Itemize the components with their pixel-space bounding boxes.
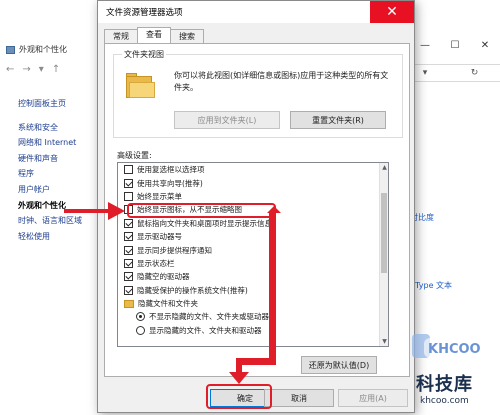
- svg-text:KHCOO: KHCOO: [428, 342, 481, 357]
- arrow-left-icon: [64, 202, 125, 220]
- arrow-right-icon: [238, 358, 276, 365]
- watermark-url: khcoo.com: [420, 396, 469, 406]
- arrow-elbow-icon: [267, 206, 281, 358]
- khcoo-logo: KHCOO: [412, 334, 481, 358]
- tab-view[interactable]: 查看: [137, 27, 171, 43]
- watermark-name: 科技库: [416, 374, 473, 395]
